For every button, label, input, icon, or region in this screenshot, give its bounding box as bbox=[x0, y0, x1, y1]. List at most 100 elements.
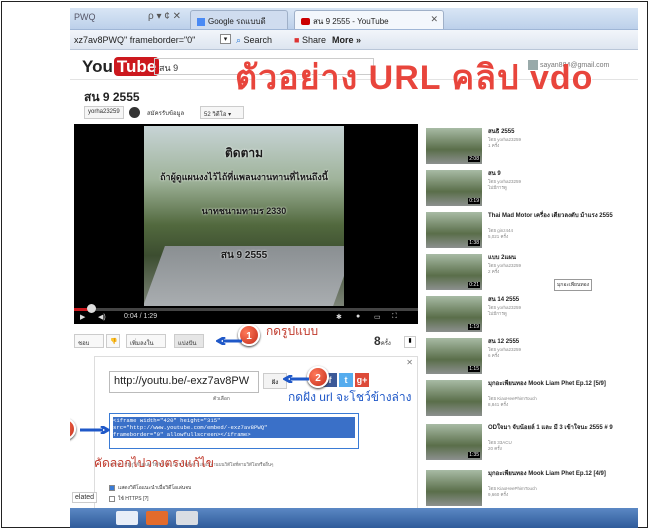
volume-icon[interactable]: ◀) bbox=[98, 313, 106, 321]
google-favicon-icon bbox=[197, 17, 205, 26]
quality-icon[interactable]: ● bbox=[356, 313, 360, 320]
video-duration: 1:38 bbox=[468, 240, 480, 246]
toolbar-search-button[interactable]: ⌕ Search bbox=[236, 35, 272, 46]
video-title-link[interactable]: สน 9 bbox=[488, 171, 634, 178]
tab-close-icon[interactable]: ✕ bbox=[430, 14, 438, 25]
share-panel: ✕ http://youtu.be/-exz7av8PW ตัวเลือก ฝั… bbox=[94, 356, 418, 528]
video-progress-bar[interactable] bbox=[74, 308, 418, 311]
list-item[interactable]: 1:35 ODใจมา จับน้อยล์ 1 และ มี 3 เข้าใจนะ… bbox=[426, 424, 636, 464]
embed-code-textarea[interactable]: <iframe width="420" height="315" src="ht… bbox=[109, 413, 359, 449]
list-item[interactable]: มุกอะเพียนทอง Mook Liam Phet Ep.12 [5/9]… bbox=[426, 380, 636, 420]
arrow-2-icon bbox=[283, 375, 309, 383]
video-thumbnail[interactable]: 0:21 bbox=[426, 254, 482, 290]
overlay-title: ตัวอย่าง URL คลิป vdo bbox=[235, 59, 594, 97]
video-title-link[interactable]: สน 14 2555 bbox=[488, 297, 634, 304]
checkbox-suggested[interactable] bbox=[109, 484, 115, 491]
tab-youtube[interactable]: สน 9 2555 - YouTube ✕ bbox=[294, 10, 444, 29]
video-views: 6 ครั้ง bbox=[488, 353, 500, 358]
video-title-link[interactable]: มุกอะเพียนทอง Mook Liam Phet Ep.12 [4/9] bbox=[488, 471, 634, 478]
video-thumbnail[interactable] bbox=[426, 470, 482, 506]
video-duration: 0:21 bbox=[468, 282, 480, 288]
twitter-icon[interactable]: t bbox=[339, 373, 353, 387]
share-options-link[interactable]: ตัวเลือก bbox=[213, 395, 230, 403]
fullscreen-icon[interactable]: ⛶ bbox=[392, 313, 397, 321]
list-item[interactable]: มุกอะเพียนทอง Mook Liam Phet Ep.12 [4/9]… bbox=[426, 470, 636, 510]
video-thumbnail[interactable] bbox=[426, 380, 482, 416]
video-player[interactable]: ติดตาม ถ้าผู้ดูแผนงงไว้ไถ้ที่แพลนงานทานท… bbox=[74, 124, 418, 324]
video-views: 2 ครั้ง bbox=[488, 269, 500, 274]
related-videos-sidebar: 2:08 สนธิ 2555 โดย yorha23259 1 ครั้ง 0:19 สน… bbox=[426, 124, 636, 528]
callout-2: 2 bbox=[307, 366, 329, 388]
toolbar-more-button[interactable]: More » bbox=[332, 35, 361, 45]
video-views: 9,660 ครั้ง bbox=[488, 492, 509, 497]
video-views: 8,841 ครั้ง bbox=[488, 402, 509, 407]
checkbox-row-https[interactable]: ใช้ HTTPS [?] bbox=[109, 494, 191, 505]
video-count-button[interactable]: 52 วิดีโอ ▾ bbox=[200, 106, 244, 119]
taskbar-powerpoint-icon[interactable] bbox=[146, 511, 168, 525]
theater-icon[interactable]: ▭ bbox=[374, 313, 381, 321]
video-title-link[interactable]: มุกอะเพียนทอง Mook Liam Phet Ep.12 [5/9] bbox=[488, 381, 634, 388]
logo-you: You bbox=[82, 57, 113, 76]
list-item[interactable]: 1:38 Thai Mad Motor เครื่อง เดียวลงดับ ม้… bbox=[426, 212, 636, 252]
video-duration: 1:35 bbox=[468, 452, 480, 458]
video-time: 0:04 / 1:29 bbox=[124, 313, 158, 320]
video-duration: 1:19 bbox=[468, 324, 480, 330]
tab-google-label: Google รถแบบดี bbox=[208, 17, 266, 26]
checkbox-suggested-label: แสดงวิดีโอแนะนำเมื่อวิดีโอเล่นจบ bbox=[118, 485, 192, 491]
play-icon[interactable]: ▶ bbox=[80, 313, 85, 321]
video-views: ไม่มีการดู bbox=[488, 185, 507, 190]
list-item[interactable]: 2:08 สนธิ 2555 โดย yorha23259 1 ครั้ง bbox=[426, 128, 636, 168]
address-fragment[interactable]: PWQ bbox=[74, 12, 96, 22]
video-thumbnail[interactable]: 1:38 bbox=[426, 212, 482, 248]
list-item[interactable]: 0:19 สน 9 โดย yorha23259 ไม่มีการดู bbox=[426, 170, 636, 210]
video-title-link[interactable]: แบบ 2แผน bbox=[488, 255, 634, 262]
address-icons[interactable]: ρ ▾ ¢ ✕ bbox=[148, 11, 181, 22]
tab-google[interactable]: Google รถแบบดี bbox=[190, 10, 288, 29]
subscribe-button[interactable]: สมัครรับข้อมูล bbox=[144, 106, 194, 119]
checkbox-https[interactable] bbox=[109, 495, 115, 502]
share-url-field[interactable]: http://youtu.be/-exz7av8PW bbox=[109, 371, 259, 393]
tab-youtube-label: สน 9 2555 - YouTube bbox=[313, 17, 389, 26]
video-title-link[interactable]: สนธิ 2555 bbox=[488, 129, 634, 136]
video-caption-2: ถ้าผู้ดูแผนงงไว้ไถ้ที่แพลนงานทานที่ไหนถึ… bbox=[160, 172, 328, 182]
video-thumbnail[interactable]: 1:19 bbox=[426, 296, 482, 332]
youtube-logo[interactable]: You Tube bbox=[82, 57, 160, 77]
stats-icon[interactable]: ▮ bbox=[404, 336, 416, 348]
settings-icon[interactable]: ✱ bbox=[336, 313, 342, 321]
list-item[interactable]: 1:19 สน 14 2555 โดย yorha23259 ไม่มีการดู bbox=[426, 296, 636, 336]
toolbar-share-button[interactable]: ■ Share bbox=[294, 35, 326, 45]
like-button[interactable]: ชอบ bbox=[74, 334, 104, 348]
toolbar-dropdown[interactable]: ▾ bbox=[220, 34, 231, 44]
dislike-button[interactable]: 👎 bbox=[106, 334, 120, 348]
video-title-link[interactable]: ODใจมา จับน้อยล์ 1 และ มี 3 เข้าใจนะ 255… bbox=[488, 425, 634, 432]
video-views: ไม่มีการดู bbox=[488, 311, 507, 316]
video-thumbnail[interactable]: 1:15 bbox=[426, 338, 482, 374]
video-caption-3: นาทชนามทามร 2330 bbox=[201, 206, 287, 216]
share-button[interactable]: แบ่งปัน bbox=[174, 334, 204, 348]
taskbar-ie-icon[interactable] bbox=[116, 511, 138, 525]
add-to-button[interactable]: เพิ่มลงใน bbox=[126, 334, 166, 348]
toolbar-share-label: Share bbox=[301, 35, 326, 45]
video-thumbnail[interactable]: 2:08 bbox=[426, 128, 482, 164]
taskbar-explorer-icon[interactable] bbox=[176, 511, 198, 525]
list-item[interactable]: 1:15 สน 12 2555 โดย yorha23259 6 ครั้ง bbox=[426, 338, 636, 378]
player-controls: ▶ ◀) 0:04 / 1:29 ✱ ● ▭ ⛶ bbox=[74, 312, 418, 324]
video-title-link[interactable]: สน 12 2555 bbox=[488, 339, 634, 346]
annotation-3-text: คัดลอกไปวางตรงแก้ไข bbox=[94, 456, 214, 470]
video-views: 1 ครั้ง bbox=[488, 143, 500, 148]
channel-icon bbox=[129, 107, 140, 118]
video-title-link[interactable]: Thai Mad Motor เครื่อง เดียวลงดับ ม้าแรง… bbox=[488, 213, 634, 220]
channel-name[interactable]: yorha23259 bbox=[84, 106, 124, 119]
video-thumbnail[interactable]: 0:19 bbox=[426, 170, 482, 206]
list-item[interactable]: 0:21 แบบ 2แผน โดย yorha23259 2 ครั้ง bbox=[426, 254, 636, 294]
video-thumbnail[interactable]: 1:35 bbox=[426, 424, 482, 460]
embed-options: แสดงวิดีโอแนะนำเมื่อวิดีโอเล่นจบ ใช้ HTT… bbox=[109, 483, 191, 505]
google-plus-icon[interactable]: g+ bbox=[355, 373, 369, 387]
checkbox-row-suggested[interactable]: แสดงวิดีโอแนะนำเมื่อวิดีโอเล่นจบ bbox=[109, 483, 191, 494]
related-tab[interactable]: elated bbox=[72, 492, 98, 503]
close-icon[interactable]: ✕ bbox=[406, 358, 413, 367]
arrow-3-icon bbox=[80, 426, 110, 434]
toolbar-url-fragment[interactable]: xz7av8PWQ" frameborder="0" bbox=[74, 35, 195, 45]
toolbar-search-label: Search bbox=[243, 35, 273, 45]
video-duration: 0:19 bbox=[468, 198, 480, 204]
